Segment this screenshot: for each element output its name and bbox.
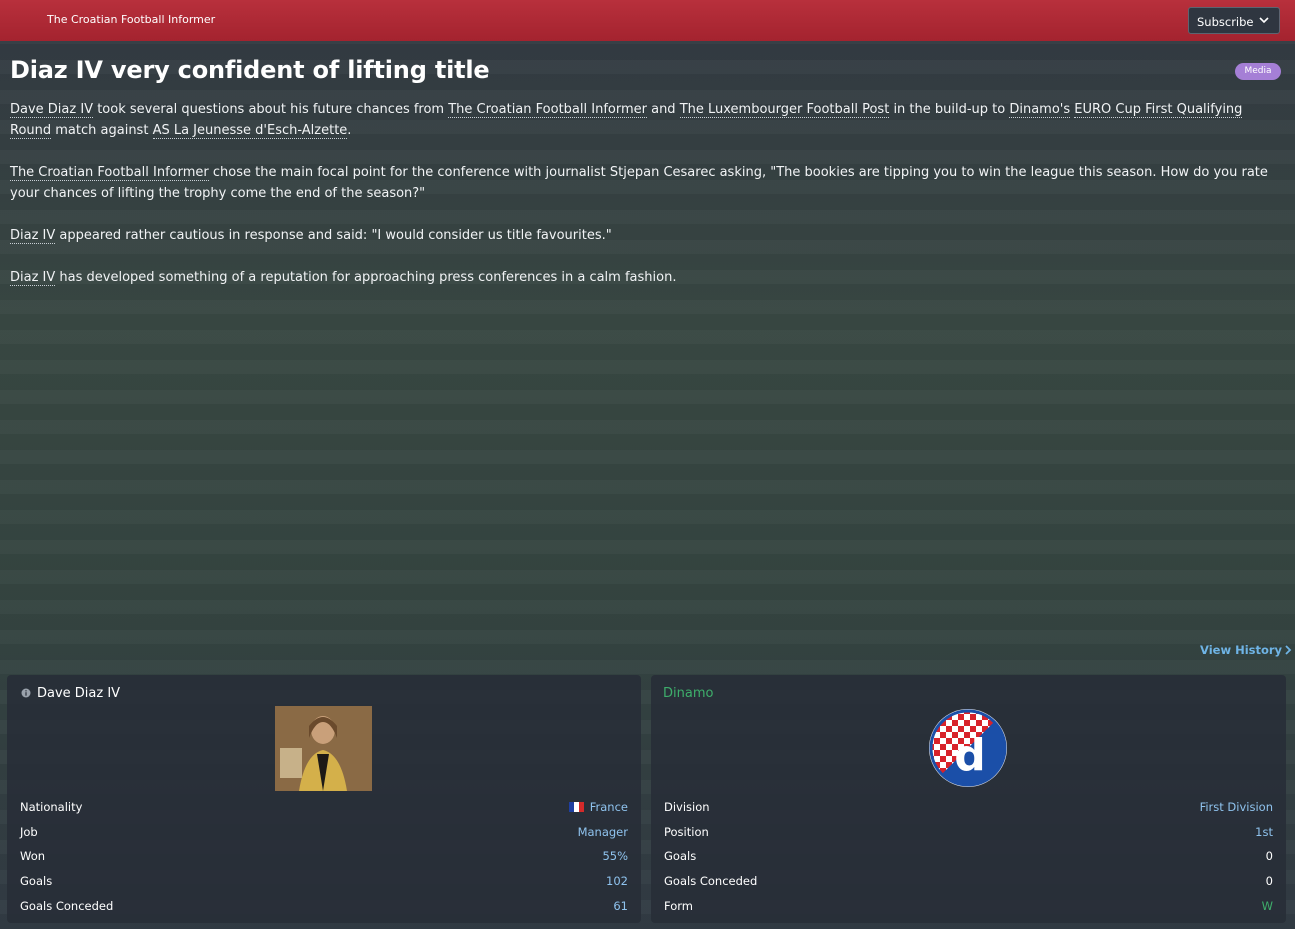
stat-label: Won xyxy=(20,849,46,863)
form-value: W xyxy=(1261,899,1273,913)
media-badge: Media xyxy=(1235,63,1281,80)
chevron-right-icon xyxy=(1285,645,1292,655)
opponent-link[interactable]: AS La Jeunesse d'Esch-Alzette xyxy=(152,123,348,139)
publication-link[interactable]: The Luxembourger Football Post xyxy=(679,102,890,118)
manager-link[interactable]: Dave Diaz IV xyxy=(10,102,94,118)
article-headline: Diaz IV very confident of lifting title xyxy=(10,56,490,84)
article-paragraph: The Croatian Football Informer chose the… xyxy=(10,162,1285,204)
manager-panel: Dave Diaz IV Nationality France Job Mana… xyxy=(7,675,641,923)
stat-row: Goals Conceded 61 xyxy=(20,899,628,915)
manager-photo xyxy=(275,706,372,791)
chevron-down-icon xyxy=(1259,17,1269,24)
position-value[interactable]: 1st xyxy=(1255,825,1273,839)
article-paragraph: Diaz IV appeared rather cautious in resp… xyxy=(10,225,1285,246)
club-panel: Dinamo d Division First Division Positio… xyxy=(651,675,1286,923)
stat-row: Position 1st xyxy=(664,825,1273,841)
stat-row: Form W xyxy=(664,899,1273,915)
publication-link[interactable]: The Croatian Football Informer xyxy=(448,102,647,118)
won-value: 55% xyxy=(602,849,628,863)
stat-label: Job xyxy=(20,825,38,839)
article-text: match against xyxy=(51,123,153,138)
article-text: . xyxy=(347,123,352,138)
manager-name[interactable]: Dave Diaz IV xyxy=(37,686,120,701)
stat-row: Nationality France xyxy=(20,800,628,816)
goals-value: 0 xyxy=(1265,849,1273,863)
crest-letter: d xyxy=(954,730,986,781)
article-text: appeared rather cautious in response and… xyxy=(55,228,612,243)
stat-label: Goals Conceded xyxy=(664,874,758,888)
stat-row: Goals 0 xyxy=(664,849,1273,865)
stat-row: Goals 102 xyxy=(20,874,628,890)
goals-conceded-value: 61 xyxy=(613,899,628,913)
article-text: took several questions about his future … xyxy=(93,102,449,117)
view-history-link[interactable]: View History xyxy=(1200,643,1292,657)
publication-link[interactable]: The Croatian Football Informer xyxy=(10,165,209,181)
stat-label: Nationality xyxy=(20,800,83,814)
stat-row: Goals Conceded 0 xyxy=(664,874,1273,890)
article-text: in the build-up to xyxy=(889,102,1010,117)
stat-row: Job Manager xyxy=(20,825,628,841)
job-value[interactable]: Manager xyxy=(578,825,628,839)
club-crest-icon[interactable]: d xyxy=(928,708,1008,788)
nationality-value[interactable]: France xyxy=(568,800,628,814)
article-body: Dave Diaz IV took several questions abou… xyxy=(10,99,1285,309)
france-flag-icon xyxy=(568,801,584,812)
stat-label: Goals xyxy=(664,849,697,863)
article-paragraph: Dave Diaz IV took several questions abou… xyxy=(10,99,1285,141)
publication-header-bar: The Croatian Football Informer Subscribe xyxy=(0,0,1295,41)
article-paragraph: Diaz IV has developed something of a rep… xyxy=(10,267,1285,288)
club-name[interactable]: Dinamo xyxy=(663,686,713,701)
division-value[interactable]: First Division xyxy=(1200,800,1273,814)
info-icon[interactable] xyxy=(21,688,31,698)
stat-label: Goals Conceded xyxy=(20,899,114,913)
goals-value: 102 xyxy=(606,874,628,888)
stat-row: Won 55% xyxy=(20,849,628,865)
subscribe-button[interactable]: Subscribe xyxy=(1188,7,1280,34)
manager-link[interactable]: Diaz IV xyxy=(10,228,56,244)
goals-conceded-value: 0 xyxy=(1265,874,1273,888)
view-history-label: View History xyxy=(1200,643,1283,657)
subscribe-label: Subscribe xyxy=(1197,15,1254,29)
nationality-text: France xyxy=(589,800,628,814)
article-text: and xyxy=(646,102,680,117)
stat-label: Division xyxy=(664,800,710,814)
stat-label: Form xyxy=(664,899,693,913)
stat-row: Division First Division xyxy=(664,800,1273,816)
stat-label: Goals xyxy=(20,874,53,888)
stat-label: Position xyxy=(664,825,709,839)
article-text: has developed something of a reputation … xyxy=(55,270,677,285)
publication-name[interactable]: The Croatian Football Informer xyxy=(47,13,215,26)
club-link[interactable]: Dinamo's xyxy=(1009,102,1071,118)
manager-link[interactable]: Diaz IV xyxy=(10,270,56,286)
